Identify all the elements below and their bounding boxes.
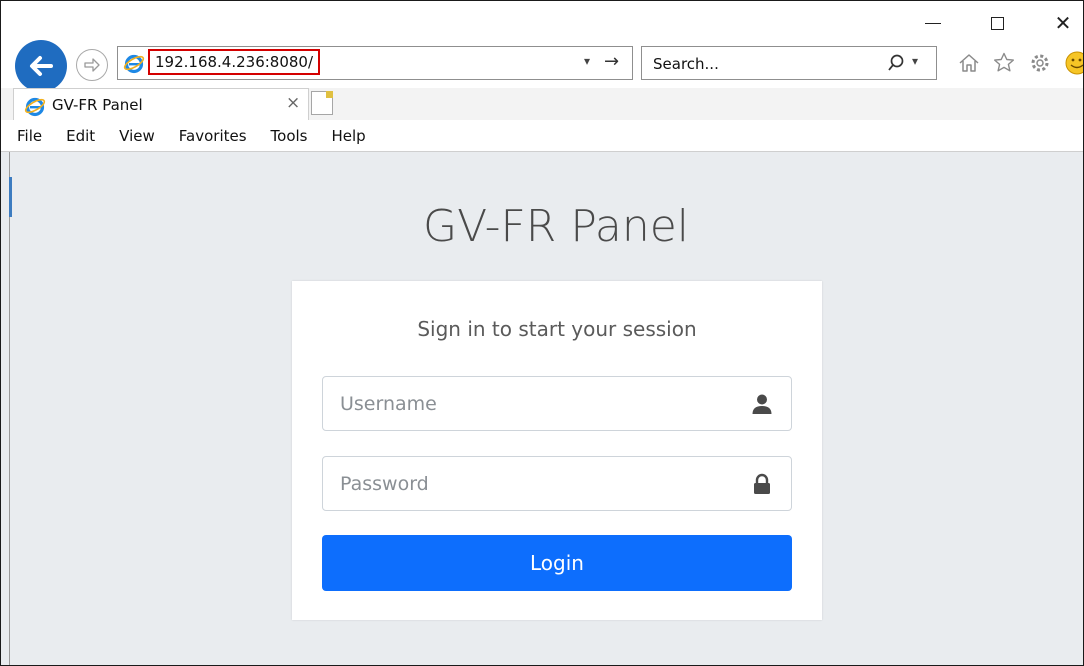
tab-gv-fr-panel[interactable]: GV-FR Panel × [13,88,309,120]
username-input[interactable] [323,377,743,430]
password-field[interactable] [322,456,792,511]
menu-edit[interactable]: Edit [66,127,95,145]
menu-file[interactable]: File [17,127,42,145]
maximize-button[interactable] [977,5,1017,41]
password-input[interactable] [323,457,743,510]
maximize-icon [990,16,1004,30]
close-icon: ✕ [1054,11,1072,35]
login-button[interactable]: Login [322,535,792,591]
login-subtitle: Sign in to start your session [417,317,697,341]
username-field[interactable] [322,376,792,431]
tab-ie-logo-icon [24,97,46,117]
search-box[interactable]: Search... ▾ [641,46,937,80]
close-window-button[interactable]: ✕ [1043,5,1083,41]
menu-bar: File Edit View Favorites Tools Help [1,120,1083,152]
gear-icon[interactable] [1028,51,1052,75]
menu-favorites[interactable]: Favorites [179,127,247,145]
menu-tools[interactable]: Tools [271,127,308,145]
menu-view[interactable]: View [119,127,155,145]
new-tab-icon[interactable] [311,91,333,115]
tab-close-icon[interactable]: × [286,93,300,113]
forward-arrow-icon [84,58,100,72]
minimize-button[interactable] [913,5,953,41]
page-title: GV-FR Panel [422,201,690,252]
address-dropdown-icon[interactable]: ▾ [584,54,590,68]
home-icon[interactable] [957,51,981,75]
ie-logo-icon [123,54,145,74]
menu-help[interactable]: Help [332,127,366,145]
search-icon[interactable] [886,53,906,73]
search-dropdown-icon[interactable]: ▾ [912,54,918,68]
url-text[interactable]: 192.168.4.236:8080/ [148,49,321,75]
star-icon[interactable] [992,51,1016,75]
address-bar[interactable]: 192.168.4.236:8080/ ▾ → [117,46,633,80]
forward-button[interactable] [76,49,108,81]
search-placeholder: Search... [653,55,719,73]
browser-window: ✕ 192.168.4.236:8080/ ▾ → Search... ▾ GV… [0,0,1084,666]
page-viewport: GV-FR Panel Sign in to start your sessio… [1,152,1083,665]
go-icon[interactable]: → [604,51,619,72]
smiley-icon[interactable] [1063,51,1084,75]
minimize-icon [925,22,941,24]
lock-icon [754,473,770,494]
login-card: Sign in to start your session Login [292,281,822,620]
user-icon [752,394,772,414]
tab-title: GV-FR Panel [52,96,143,114]
tab-bar: GV-FR Panel × [1,88,1083,120]
back-arrow-icon [30,56,53,76]
back-button[interactable] [15,40,67,92]
